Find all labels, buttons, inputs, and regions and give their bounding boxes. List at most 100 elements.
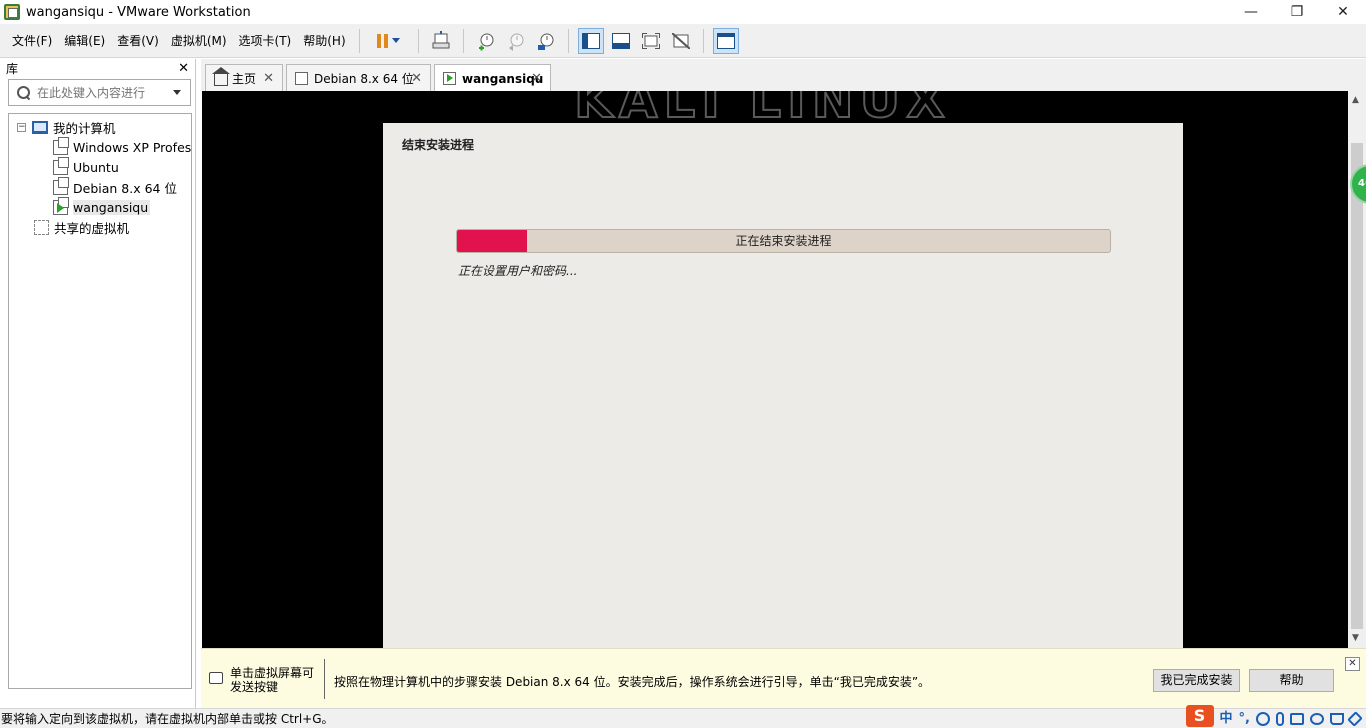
toolbar-divider [567, 28, 569, 53]
installer-window[interactable]: 结束安装进程 正在结束安装进程 正在设置用户和密码... [383, 123, 1183, 648]
menu-vm[interactable]: 虚拟机(M) [165, 30, 233, 52]
menu-tabs[interactable]: 选项卡(T) [233, 30, 298, 52]
thumbnail-bar-button[interactable] [608, 28, 634, 54]
skin-icon[interactable] [1310, 713, 1324, 725]
vm-icon [295, 71, 308, 85]
library-view-icon [581, 32, 600, 49]
tab-label: Debian 8.x 64 位 [314, 71, 414, 86]
scroll-up-icon[interactable]: ▲ [1352, 95, 1359, 105]
collapse-icon[interactable]: − [17, 122, 26, 132]
keyboard-icon[interactable] [1290, 713, 1304, 725]
vm-icon [53, 136, 69, 155]
scrollbar-thumb[interactable] [1351, 143, 1363, 629]
library-tree: − 我的计算机 Windows XP Profess Ubuntu Debian… [8, 113, 192, 689]
tree-item-ubuntu[interactable]: Ubuntu [53, 156, 119, 177]
tree-item-debian[interactable]: Debian 8.x 64 位 [53, 176, 177, 197]
help-button[interactable]: 帮助 [1249, 669, 1334, 692]
snapshot-icon [478, 33, 494, 50]
finished-installing-button[interactable]: 我已完成安装 [1153, 669, 1240, 692]
keyboard-icon [209, 672, 223, 684]
tree-item-label: 共享的虚拟机 [54, 220, 130, 236]
ime-toolbar: S 中 °, [1185, 705, 1366, 728]
shirt-icon[interactable] [1330, 713, 1344, 725]
vm-console-screen[interactable]: KALI LINUX 结束安装进程 正在结束安装进程 正在设置用户和密码... [202, 91, 1348, 648]
installer-step-title: 结束安装进程 [402, 138, 475, 152]
toolbar-divider [358, 28, 360, 53]
running-vm-icon [53, 196, 69, 215]
microphone-icon[interactable] [1276, 712, 1284, 726]
toolbar-divider [702, 28, 704, 53]
revert-snapshot-icon [508, 33, 524, 51]
close-window-button[interactable]: ✕ [1320, 0, 1366, 24]
shared-vm-icon [34, 219, 49, 235]
tree-item-label: wangansiqu [73, 199, 151, 215]
close-tab-icon[interactable]: ✕ [263, 71, 274, 86]
tree-item-label: 我的计算机 [53, 120, 116, 136]
tree-item-wangansiqu[interactable]: wangansiqu [53, 196, 151, 217]
menu-help[interactable]: 帮助(H) [297, 30, 351, 52]
close-notice-icon[interactable]: ✕ [1345, 657, 1360, 671]
title-bar: wangansiqu - VMware Workstation — ❐ ✕ [0, 0, 1366, 24]
tab-label: 主页 [232, 71, 257, 86]
menu-edit[interactable]: 编辑(E) [58, 30, 111, 52]
window-title: wangansiqu - VMware Workstation [26, 4, 251, 20]
library-header: 库 ✕ [0, 59, 195, 77]
running-vm-icon [443, 72, 456, 85]
status-bar: 要将输入定向到该虚拟机，请在虚拟机内部单击或按 Ctrl+G。 S 中 °, [0, 705, 1366, 728]
menu-view[interactable]: 查看(V) [111, 30, 165, 52]
console-view-icon [716, 32, 735, 49]
home-icon [212, 67, 230, 86]
library-panel: 库 ✕ − 我的计算机 Windows XP Profess Ubuntu De… [0, 59, 196, 708]
tree-item-label: Ubuntu [73, 159, 119, 175]
tab-home[interactable]: 主页 ✕ [205, 64, 283, 91]
close-tab-icon[interactable]: ✕ [531, 71, 542, 86]
chevron-down-icon[interactable] [173, 90, 181, 95]
search-icon [17, 85, 31, 100]
unity-mode-button[interactable] [668, 28, 694, 54]
thumbnail-view-icon [611, 32, 630, 49]
vm-icon [53, 156, 69, 175]
fullscreen-icon [641, 32, 660, 49]
ime-language-toggle[interactable]: 中 [1220, 709, 1233, 728]
emoji-icon[interactable] [1256, 712, 1270, 726]
console-view-button[interactable] [712, 27, 739, 54]
close-tab-icon[interactable]: ✕ [411, 71, 422, 86]
revert-snapshot-button[interactable] [503, 28, 529, 54]
pause-icon [377, 33, 389, 48]
install-notification-bar: 单击虚拟屏幕可发送按键 按照在物理计算机中的步骤安装 Debian 8.x 64… [201, 648, 1366, 708]
send-keys-icon [432, 30, 450, 48]
sogou-ime-logo-icon[interactable]: S [1185, 705, 1214, 727]
tree-item-label: Windows XP Profess [73, 139, 192, 155]
take-snapshot-button[interactable] [473, 28, 499, 54]
show-library-button[interactable] [577, 27, 604, 54]
wrench-icon[interactable] [1347, 711, 1363, 727]
toolbar-divider [417, 28, 419, 53]
install-progress-bar: 正在结束安装进程 [456, 229, 1111, 253]
tab-strip: 主页 ✕ Debian 8.x 64 位 ✕ wangansiqu ✕ [201, 59, 1366, 92]
tab-wangansiqu[interactable]: wangansiqu ✕ [434, 64, 551, 92]
snapshot-manager-button[interactable] [533, 28, 559, 54]
full-screen-button[interactable] [638, 28, 664, 54]
pause-button[interactable] [369, 28, 409, 54]
library-search-input[interactable] [37, 85, 167, 100]
minimize-button[interactable]: — [1228, 0, 1274, 24]
ime-punctuation-toggle[interactable]: °, [1239, 709, 1250, 728]
notice-divider [324, 659, 325, 699]
tab-debian[interactable]: Debian 8.x 64 位 ✕ [286, 64, 431, 91]
computer-icon [32, 120, 48, 134]
send-ctrl-alt-del-button[interactable] [428, 28, 454, 54]
library-title: 库 [6, 61, 19, 76]
scroll-down-icon[interactable]: ▼ [1352, 633, 1359, 643]
menu-file[interactable]: 文件(F) [6, 30, 58, 52]
tree-item-windows-xp[interactable]: Windows XP Profess [53, 136, 192, 157]
progress-label: 正在结束安装进程 [735, 234, 832, 248]
toolbar-divider [462, 28, 464, 53]
chevron-down-icon [392, 38, 401, 43]
snapshot-manager-icon [537, 33, 554, 50]
close-library-icon[interactable]: ✕ [178, 61, 189, 76]
restore-button[interactable]: ❐ [1274, 0, 1320, 24]
library-search-box[interactable] [8, 79, 191, 106]
vm-icon [53, 176, 69, 195]
tree-item-my-computer[interactable]: − 我的计算机 [17, 117, 116, 137]
tree-item-shared-vms[interactable]: 共享的虚拟机 [34, 217, 129, 237]
